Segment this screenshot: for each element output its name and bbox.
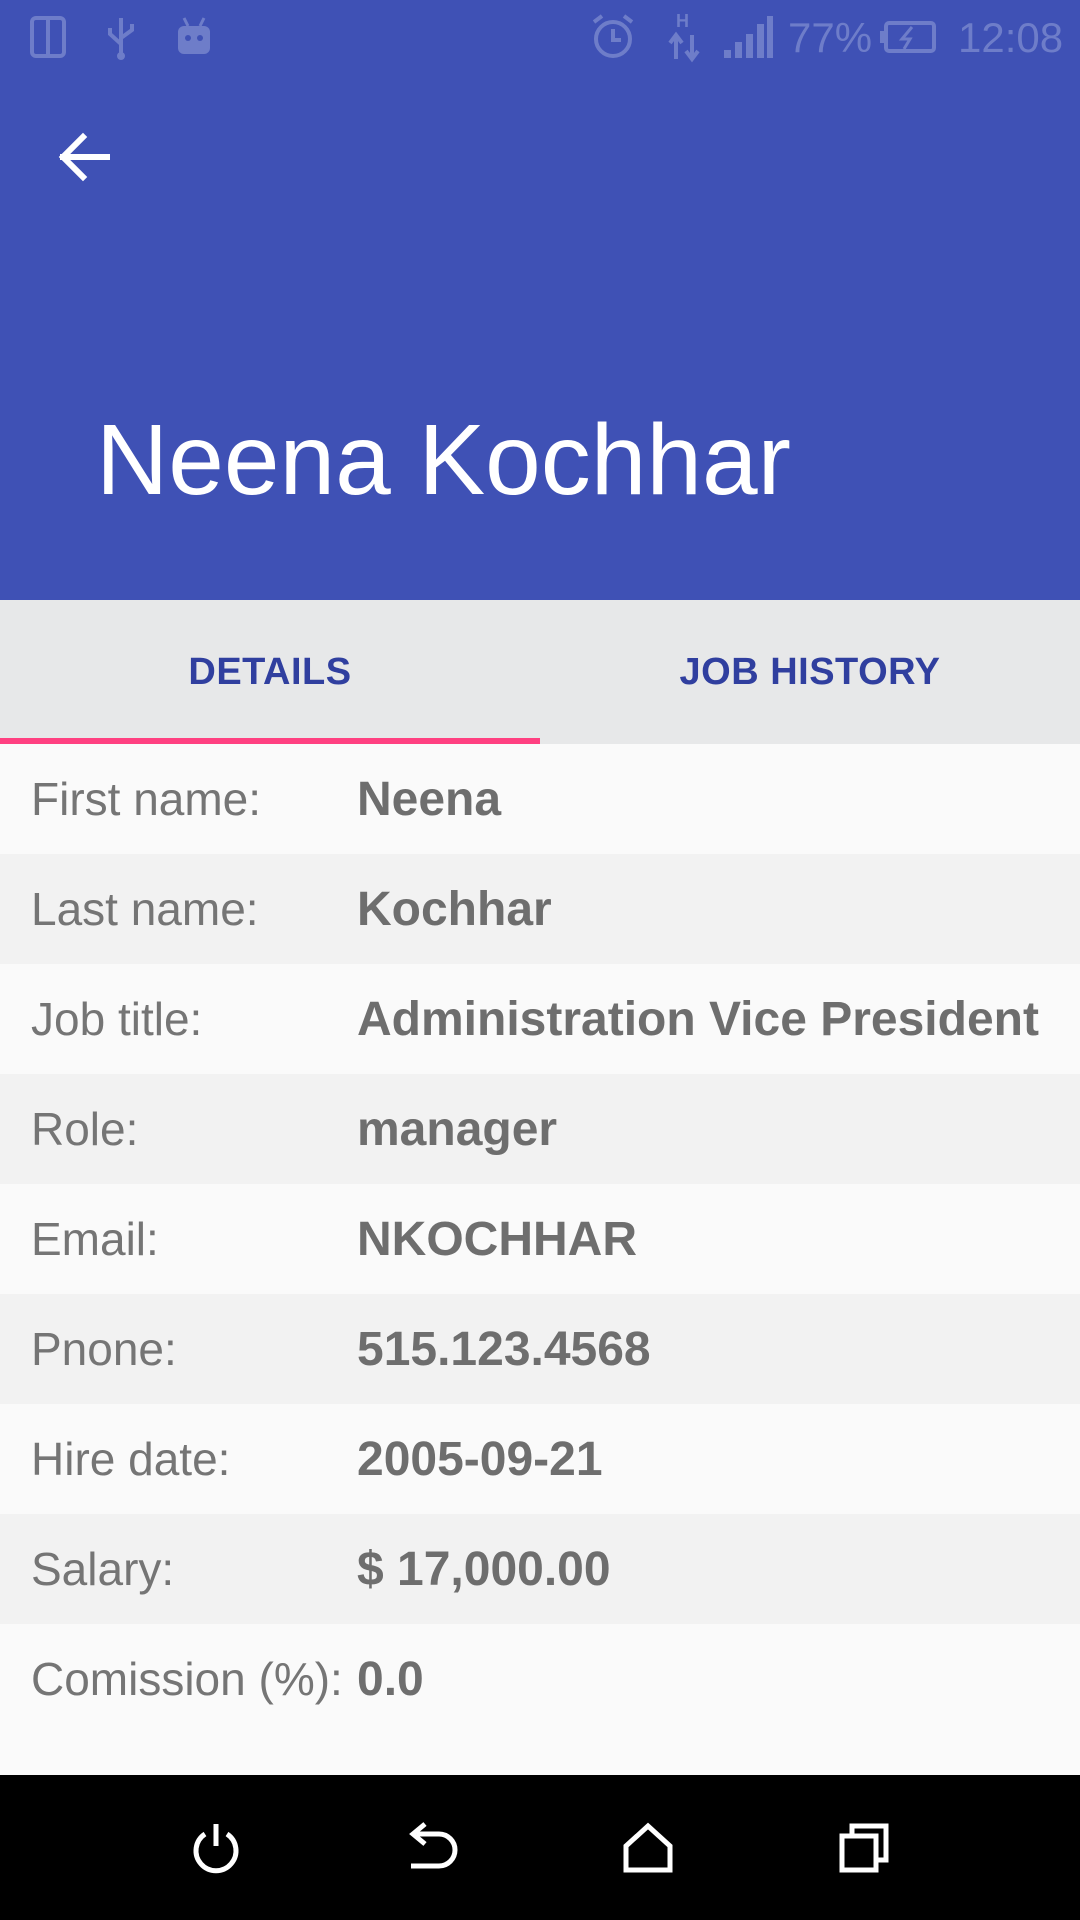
detail-value: $ 17,000.00: [357, 1542, 611, 1596]
data-arrows-icon: H: [664, 11, 704, 63]
nav-back-button[interactable]: [387, 1805, 477, 1895]
detail-value: 2005-09-21: [357, 1432, 603, 1486]
phone-icon: [28, 12, 68, 62]
detail-row-phone: Pnone: 515.123.4568: [0, 1294, 1080, 1404]
alarm-icon: [588, 12, 638, 62]
detail-value: Administration Vice President: [357, 992, 1039, 1046]
detail-row-job-title: Job title: Administration Vice President: [0, 964, 1080, 1074]
detail-label: Comission (%):: [31, 1653, 343, 1705]
details-list: First name: Neena Last name: Kochhar Job…: [0, 744, 1080, 1734]
detail-row-commission: Comission (%): 0.0: [0, 1624, 1080, 1734]
detail-value: Kochhar: [357, 882, 552, 936]
detail-value: NKOCHHAR: [357, 1212, 637, 1266]
detail-value: manager: [357, 1102, 558, 1156]
signal-icon: [722, 12, 774, 62]
detail-label: Hire date:: [31, 1433, 231, 1485]
detail-label: Salary:: [31, 1543, 175, 1595]
clock: 12:08: [958, 14, 1064, 61]
back-icon: [403, 1820, 461, 1881]
battery-charging-icon: [878, 12, 938, 62]
tab-bar: DETAILS JOB HISTORY: [0, 600, 1080, 744]
power-icon: [188, 1820, 244, 1881]
android-icon: [174, 12, 214, 62]
detail-row-hire-date: Hire date: 2005-09-21: [0, 1404, 1080, 1514]
home-button[interactable]: [603, 1805, 693, 1895]
detail-label: Job title:: [31, 993, 203, 1045]
recents-button[interactable]: [819, 1805, 909, 1895]
detail-label: Last name:: [31, 883, 259, 935]
detail-row-salary: Salary: $ 17,000.00: [0, 1514, 1080, 1624]
detail-label: Email:: [31, 1213, 159, 1265]
detail-row-role: Role: manager: [0, 1074, 1080, 1184]
detail-label: First name:: [31, 773, 262, 825]
system-nav-bar: [0, 1775, 1080, 1920]
detail-value: 515.123.4568: [357, 1322, 651, 1376]
usb-icon: [104, 12, 138, 62]
back-button[interactable]: [44, 119, 124, 199]
status-bar: H 77% 12:08: [0, 0, 1080, 75]
page-title: Neena Kochhar: [96, 404, 791, 516]
recents-icon: [836, 1820, 892, 1881]
detail-row-email: Email: NKOCHHAR: [0, 1184, 1080, 1294]
tab-job-history[interactable]: JOB HISTORY: [540, 600, 1080, 744]
detail-value: Neena: [357, 772, 502, 826]
detail-label: Role:: [31, 1103, 139, 1155]
detail-row-last-name: Last name: Kochhar: [0, 854, 1080, 964]
detail-row-first-name: First name: Neena: [0, 744, 1080, 854]
arrow-back-icon: [57, 132, 111, 187]
power-button[interactable]: [171, 1805, 261, 1895]
detail-label: Pnone:: [31, 1323, 177, 1375]
tab-details[interactable]: DETAILS: [0, 600, 540, 744]
app-bar: Neena Kochhar: [0, 75, 1080, 600]
home-icon: [620, 1820, 676, 1881]
detail-value: 0.0: [357, 1652, 424, 1706]
battery-percent: 77%: [788, 14, 873, 61]
svg-text:H: H: [676, 11, 689, 31]
